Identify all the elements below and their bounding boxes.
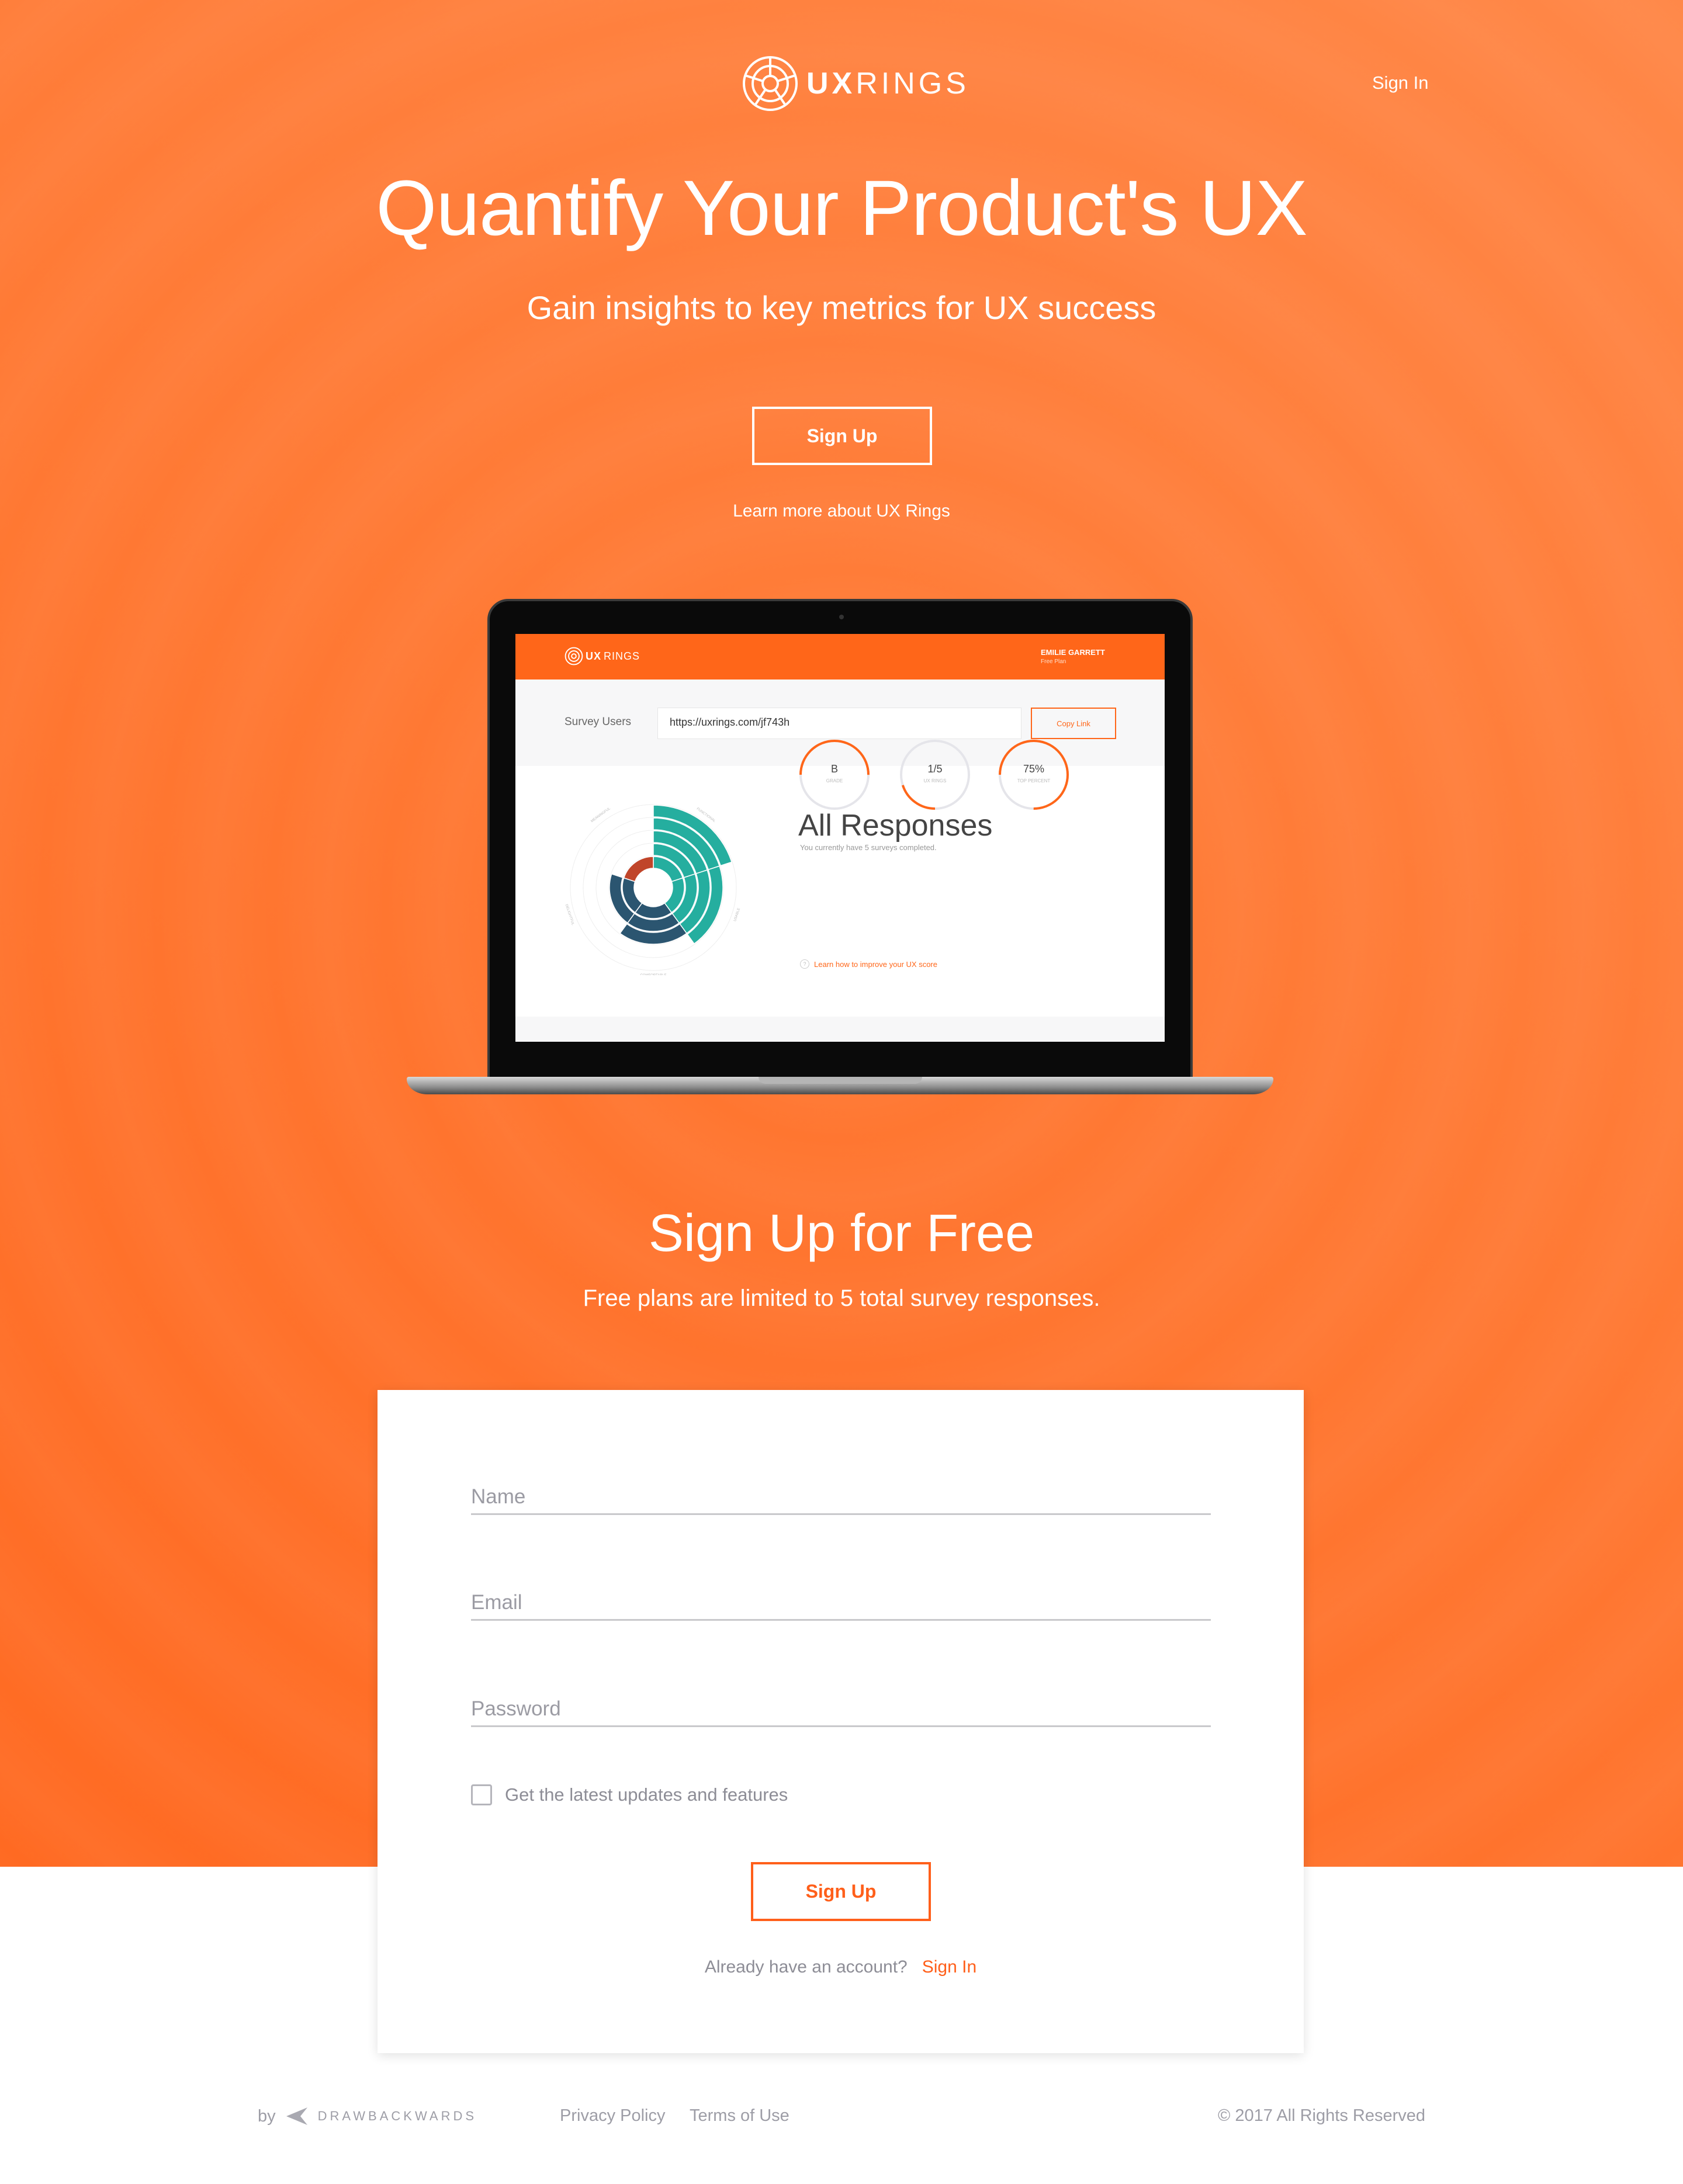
have-account-text: Already have an account? xyxy=(704,1957,908,1977)
logo-wordmark: UXRINGS xyxy=(806,67,969,100)
stat-label: GRADE xyxy=(826,778,843,784)
stat-label: UX RINGS xyxy=(923,778,947,784)
have-account-row: Already have an account? Sign In xyxy=(378,1957,1304,1977)
stat-value: B xyxy=(830,763,838,775)
responses-heading: All Responses xyxy=(798,809,993,843)
rings-logo-icon xyxy=(565,647,583,665)
copyright: © 2017 All Rights Reserved xyxy=(1217,2106,1425,2125)
name-field-wrapper xyxy=(471,1480,1211,1515)
preview-header: UX RINGS EMILIE GARRETT Free Plan xyxy=(515,634,1165,680)
password-input[interactable] xyxy=(471,1692,1211,1725)
survey-url-field: https://uxrings.com/jf743h xyxy=(657,708,1021,739)
survey-label: Survey Users xyxy=(565,716,632,728)
privacy-policy-link[interactable]: Privacy Policy xyxy=(560,2106,666,2126)
laptop-notch xyxy=(759,1077,922,1084)
hero-sign-up-button[interactable]: Sign Up xyxy=(752,407,932,465)
help-icon: ? xyxy=(800,959,809,969)
signup-form: Get the latest updates and features Sign… xyxy=(378,1390,1304,2053)
name-input[interactable] xyxy=(471,1480,1211,1513)
terms-link[interactable]: Terms of Use xyxy=(690,2106,789,2126)
stat-circle: 1/5 UX RINGS xyxy=(899,739,971,811)
updates-option[interactable]: Get the latest updates and features xyxy=(471,1784,788,1805)
updates-label: Get the latest updates and features xyxy=(505,1784,788,1805)
stat-circle: 75% TOP PERCENT xyxy=(998,739,1070,811)
page-subtitle: Gain insights to key metrics for UX succ… xyxy=(527,289,1156,326)
preview-logo: UX RINGS xyxy=(565,647,640,665)
updates-checkbox[interactable] xyxy=(471,1784,492,1805)
copy-link-button: Copy Link xyxy=(1031,708,1116,739)
email-field-wrapper xyxy=(471,1586,1211,1621)
ux-rings-chart: FUNCTIONALUSABLECOMFORTABLEDELIGHTFULMEA… xyxy=(566,804,741,975)
footer-credit: by DRAWBACKWARDS xyxy=(258,2106,477,2126)
ring-segment-meaningful xyxy=(623,856,654,882)
stat-value: 1/5 xyxy=(927,763,943,775)
laptop-camera xyxy=(839,615,844,619)
stat-label: TOP PERCENT xyxy=(1017,778,1051,784)
app-preview-screen: UX RINGS EMILIE GARRETT Free Plan Survey … xyxy=(515,634,1165,1042)
responses-subheading: You currently have 5 surveys completed. xyxy=(800,843,937,852)
preview-user-name: EMILIE GARRETT xyxy=(1041,648,1105,657)
ring-label: USABLE xyxy=(733,907,741,921)
password-field-wrapper xyxy=(471,1692,1211,1727)
ring-label: COMFORTABLE xyxy=(640,974,666,975)
page-title: Quantify Your Product's UX xyxy=(376,165,1308,252)
footer-company[interactable]: DRAWBACKWARDS xyxy=(318,2109,477,2124)
email-input[interactable] xyxy=(471,1586,1211,1619)
rings-logo-icon xyxy=(743,56,798,111)
ring-label: MEANINGFUL xyxy=(590,807,611,823)
ring-label: DELIGHTFUL xyxy=(566,904,574,926)
learn-more-link[interactable]: Learn more about UX Rings xyxy=(0,501,1683,521)
preview-user-plan: Free Plan xyxy=(1041,658,1066,665)
signup-title: Sign Up for Free xyxy=(648,1204,1035,1263)
logo[interactable]: UXRINGS xyxy=(741,54,969,113)
stat-value: 75% xyxy=(1023,763,1045,775)
form-sign-up-button[interactable]: Sign Up xyxy=(751,1862,931,1921)
preview-footer-strip xyxy=(515,1017,1165,1042)
stat-circle: B GRADE xyxy=(798,739,871,811)
sign-in-link[interactable]: Sign In xyxy=(1372,72,1429,93)
help-link: ? Learn how to improve your UX score xyxy=(800,959,937,969)
form-sign-in-link[interactable]: Sign In xyxy=(922,1957,976,1977)
signup-subtitle: Free plans are limited to 5 total survey… xyxy=(583,1285,1100,1311)
footer-by: by xyxy=(258,2106,276,2126)
drawbackwards-logo-icon xyxy=(286,2107,307,2125)
